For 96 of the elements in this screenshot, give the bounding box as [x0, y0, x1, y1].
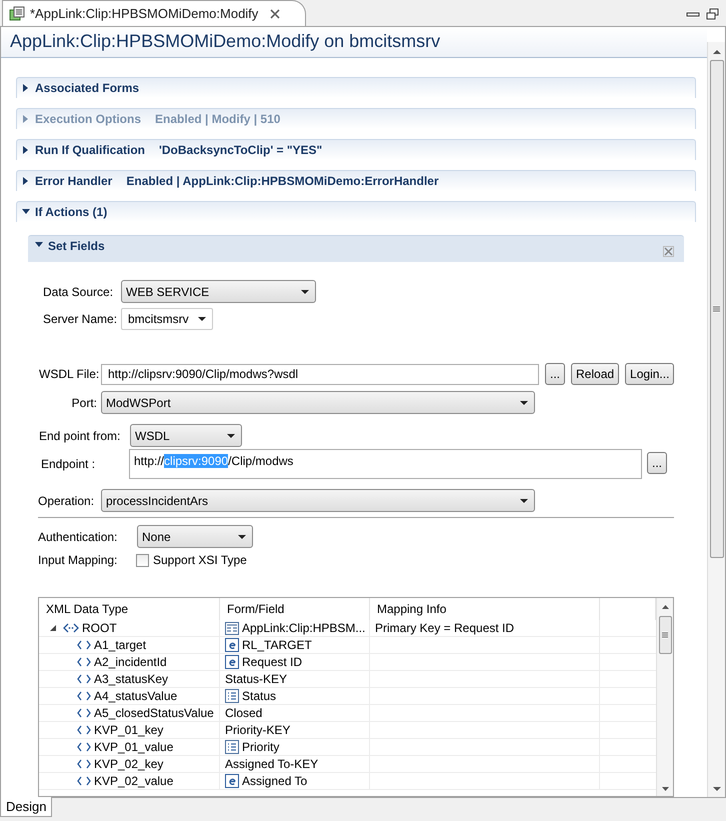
- table-cell: Status-KEY: [225, 671, 288, 687]
- table-cell: KVP_01_value: [94, 739, 174, 755]
- element-node-icon: [77, 673, 91, 685]
- xsi-type-checkbox[interactable]: Support XSI Type: [136, 551, 247, 569]
- section-summary: Enabled | Modify | 510: [155, 110, 280, 128]
- design-tab[interactable]: Design: [0, 797, 52, 817]
- field-label: Port:: [70, 394, 97, 412]
- column-header[interactable]: XML Data Type: [39, 598, 220, 620]
- table-cell: A1_target: [94, 637, 146, 653]
- element-node-icon: [77, 758, 91, 770]
- table-cell: KVP_02_value: [94, 773, 174, 789]
- column-header[interactable]: Form/Field: [220, 598, 370, 620]
- section-title: Associated Forms: [35, 80, 140, 97]
- field-label: Input Mapping:: [38, 552, 118, 569]
- table-cell: ROOT: [82, 620, 117, 636]
- server-name-dropdown[interactable]: bmcitsmsrv: [121, 308, 213, 330]
- table-cell: A3_statusKey: [94, 671, 168, 687]
- field-label: End point from:: [39, 428, 122, 444]
- section-title: Error Handler: [35, 172, 112, 190]
- element-node-icon: [77, 690, 91, 702]
- close-icon: [663, 246, 674, 257]
- grip-icon: [713, 306, 720, 312]
- element-node-icon: [77, 707, 91, 719]
- element-node-icon: [77, 639, 91, 651]
- table-cell: Request ID: [242, 654, 302, 670]
- dropdown-arrow-icon: [520, 498, 528, 502]
- scroll-down-icon: [712, 785, 722, 793]
- table-cell: RL_TARGET: [242, 637, 312, 653]
- form-title: AppLink:Clip:HPBSMOMiDemo:Modify on bmcitsmsrv: [10, 30, 440, 54]
- column-header[interactable]: Mapping Info: [370, 598, 600, 620]
- table-cell: Status: [242, 688, 276, 704]
- scrollbar-thumb[interactable]: [658, 616, 672, 654]
- document-icon: [9, 6, 25, 22]
- table-scrollbar[interactable]: [656, 598, 673, 796]
- operation-dropdown[interactable]: processIncidentArs: [101, 489, 535, 512]
- element-node-icon: [77, 656, 91, 668]
- table-cell: KVP_01_key: [94, 722, 164, 738]
- table-cell: Priority-KEY: [225, 722, 290, 738]
- section-header[interactable]: Run If Qualification 'DoBacksyncToClip' = "YES": [16, 138, 696, 160]
- grip-icon: [662, 632, 668, 638]
- wsdl-file-field[interactable]: http://clipsrv:9090/Clip/modws?wsdl: [101, 364, 539, 384]
- dropdown-arrow-icon: [238, 534, 246, 538]
- section-summary: 'DoBacksyncToClip' = "YES": [159, 142, 322, 159]
- field-label: Operation:: [38, 492, 96, 510]
- section-header[interactable]: If Actions (1): [16, 200, 696, 222]
- endpoint-field[interactable]: http://clipsrv:9090/Clip/modws: [129, 449, 642, 479]
- vertical-scrollbar[interactable]: [707, 42, 725, 797]
- section-title: If Actions (1): [35, 204, 108, 221]
- expand-icon[interactable]: [49, 624, 57, 632]
- section-header[interactable]: Error Handler Enabled | AppLink:Clip:HPBSMOMiDemo:ErrorHandler: [16, 170, 696, 191]
- caret-down-icon: [21, 207, 31, 216]
- caret-down-icon: [34, 240, 44, 249]
- scroll-up-icon: [660, 604, 670, 610]
- dropdown-arrow-icon: [301, 290, 309, 294]
- dropdown-arrow-icon: [198, 317, 206, 321]
- section-summary: Enabled | AppLink:Clip:HPBSMOMiDemo:ErrorHandler: [126, 172, 439, 190]
- close-icon: [269, 8, 282, 20]
- browse-button[interactable]: ...: [545, 363, 566, 385]
- reload-button[interactable]: Reload: [571, 363, 620, 385]
- field-label: Endpoint :: [41, 456, 96, 473]
- table-cell: Closed: [225, 705, 262, 721]
- login-button[interactable]: Login...: [625, 363, 674, 385]
- table-cell-text: Primary Key = Request ID: [375, 620, 514, 637]
- table-cell: Priority: [242, 739, 280, 755]
- subsection-header[interactable]: Set Fields: [28, 234, 684, 262]
- table-cell: KVP_02_key: [94, 756, 164, 772]
- element-node-icon: [77, 741, 91, 753]
- endpoint-source-dropdown[interactable]: WSDL: [130, 424, 242, 447]
- subsection-title: Set Fields: [48, 238, 105, 255]
- scrollbar-thumb[interactable]: [710, 60, 724, 558]
- table-cell: Assigned To: [242, 773, 308, 789]
- restore-icon: [706, 8, 720, 20]
- dropdown-arrow-icon: [520, 400, 528, 404]
- scroll-up-icon: [712, 48, 722, 56]
- element-node-icon: [77, 775, 91, 787]
- section-title: Execution Options: [35, 110, 142, 128]
- table-cell: AppLink:Clip:HPBSM...: [242, 620, 366, 636]
- table-cell: A2_incidentId: [94, 654, 167, 670]
- authentication-dropdown[interactable]: None: [137, 525, 253, 548]
- editor-tab[interactable]: *AppLink:Clip:HPBSMOMiDemo:Modify: [2, 0, 306, 26]
- field-label: Server Name:: [43, 311, 115, 328]
- section-title: Run If Qualification: [35, 142, 145, 159]
- data-source-dropdown[interactable]: WEB SERVICE: [121, 280, 316, 303]
- table-cell: A4_statusValue: [94, 688, 178, 704]
- field-label: Authentication:: [38, 528, 118, 546]
- section-header[interactable]: Associated Forms: [16, 76, 696, 98]
- scroll-down-icon: [660, 786, 670, 792]
- table-cell: Assigned To-KEY: [225, 756, 318, 772]
- field-label: WSDL File:: [39, 366, 97, 383]
- port-dropdown[interactable]: ModWSPort: [101, 391, 535, 414]
- field-label: Data Source:: [43, 284, 114, 300]
- browse-button[interactable]: ...: [647, 452, 668, 474]
- sequence-node-icon: [63, 622, 79, 634]
- dropdown-arrow-icon: [227, 434, 235, 438]
- table-cell: A5_closedStatusValue: [94, 705, 214, 721]
- element-node-icon: [77, 724, 91, 736]
